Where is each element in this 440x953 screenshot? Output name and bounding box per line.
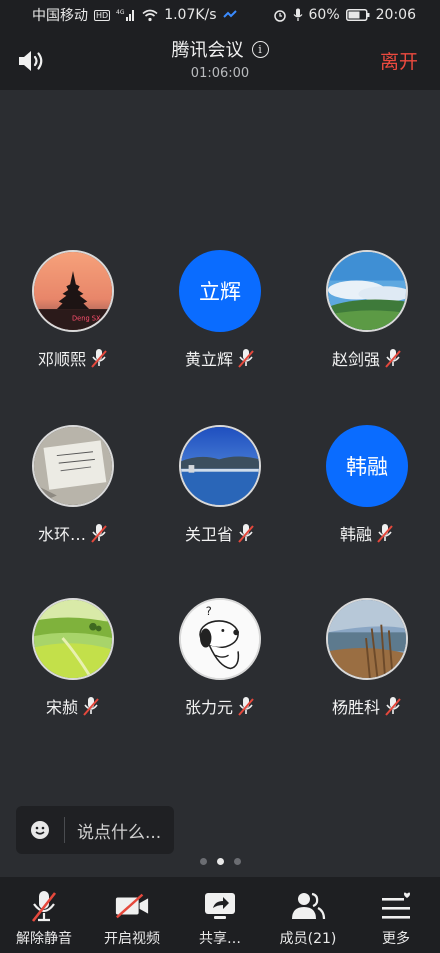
participant-avatar — [326, 250, 408, 332]
mic-muted-icon — [26, 889, 62, 923]
mic-muted-icon — [237, 348, 255, 368]
participant-tile[interactable]: ? 张力元 — [147, 598, 293, 718]
more-button[interactable]: 更多 — [352, 877, 440, 953]
participant-name: 杨胜科 — [331, 698, 380, 717]
mic-muted-icon — [237, 523, 255, 543]
network-speed: 1.07K/s — [164, 7, 217, 23]
participant-tile[interactable]: 水环… — [0, 425, 146, 545]
leave-button[interactable]: 离开 — [380, 47, 418, 74]
battery-icon — [345, 9, 370, 21]
participant-avatar — [326, 598, 408, 680]
participant-name: 赵剑强 — [331, 350, 380, 369]
participant-name: 黄立辉 — [184, 350, 233, 369]
participant-avatar: Deng SX — [32, 250, 114, 332]
participant-name: 邓顺熙 — [37, 350, 86, 369]
participant-name: 韩融 — [339, 525, 372, 544]
mic-muted-icon — [237, 696, 255, 716]
wifi-icon — [142, 9, 158, 22]
signal-type-label: 4G — [116, 9, 125, 16]
participant-tile[interactable]: 立辉 黄立辉 — [147, 250, 293, 370]
participant-tile[interactable]: 赵剑强 — [294, 250, 440, 370]
info-icon[interactable]: i — [251, 40, 269, 58]
clock: 20:06 — [375, 7, 416, 23]
more-label: 更多 — [382, 931, 410, 947]
participant-name: 宋赪 — [45, 698, 78, 717]
start-video-label: 开启视频 — [104, 931, 160, 947]
page-dot-active[interactable] — [216, 858, 224, 865]
participant-tile[interactable]: 杨胜科 — [294, 598, 440, 718]
mic-muted-icon — [376, 523, 394, 543]
unmute-label: 解除静音 — [16, 931, 72, 947]
participant-avatar: ? — [179, 598, 261, 680]
participant-name: 张力元 — [184, 698, 233, 717]
status-bar: 中国移动 HD 4G 1.07K/s 60% 20:06 — [0, 0, 440, 30]
share-button[interactable]: 共享… — [176, 877, 264, 953]
participant-tile[interactable]: 宋赪 — [0, 598, 146, 718]
video-off-icon — [114, 889, 150, 923]
mic-muted-icon — [384, 696, 402, 716]
mic-muted-icon — [384, 348, 402, 368]
battery-percent: 60% — [308, 7, 340, 23]
participant-tile[interactable]: 关卫省 — [147, 425, 293, 545]
members-label: 成员(21) — [279, 931, 337, 947]
carrier-label: 中国移动 — [32, 8, 88, 24]
unmute-button[interactable]: 解除静音 — [0, 877, 88, 953]
participant-avatar: 立辉 — [179, 250, 261, 332]
mic-muted-icon — [90, 348, 108, 368]
more-menu-icon — [378, 889, 414, 923]
emoji-icon[interactable] — [30, 820, 50, 840]
participant-tile[interactable]: 韩融 韩融 — [294, 425, 440, 545]
page-dot[interactable] — [233, 858, 241, 865]
participant-name: 关卫省 — [184, 525, 233, 544]
start-video-button[interactable]: 开启视频 — [88, 877, 176, 953]
share-screen-icon — [202, 889, 238, 923]
meeting-title[interactable]: 腾讯会议 — [172, 36, 244, 62]
share-label: 共享… — [199, 931, 241, 947]
participant-name: 水环… — [37, 525, 86, 544]
hd-badge: HD — [94, 9, 111, 21]
participant-avatar: 韩融 — [326, 425, 408, 507]
mic-muted-icon — [90, 523, 108, 543]
meeting-timer: 01:06:00 — [190, 66, 250, 81]
alarm-icon — [273, 8, 287, 22]
chat-divider — [64, 817, 65, 843]
participant-avatar — [32, 598, 114, 680]
participant-avatar — [179, 425, 261, 507]
members-button[interactable]: 成员(21) — [264, 877, 352, 953]
mic-muted-icon — [82, 696, 100, 716]
avatar-caption: Deng SX — [72, 314, 101, 322]
members-icon — [290, 889, 326, 923]
meeting-header: 腾讯会议 i 01:06:00 离开 — [0, 30, 440, 90]
svg-text:?: ? — [206, 604, 212, 618]
chat-input[interactable]: 说点什么... — [16, 806, 174, 854]
page-indicator — [0, 858, 440, 865]
mic-status-icon — [293, 8, 303, 22]
page-dot[interactable] — [199, 858, 207, 865]
chat-placeholder[interactable]: 说点什么... — [77, 818, 161, 843]
participant-tile[interactable]: Deng SX 邓顺熙 — [0, 250, 146, 370]
participant-avatar — [32, 425, 114, 507]
bottom-toolbar: 解除静音 开启视频 共享… 成员(21) 更多 — [0, 877, 440, 953]
signal-icon: 4G — [116, 8, 136, 22]
app-notification-icon — [222, 10, 237, 20]
